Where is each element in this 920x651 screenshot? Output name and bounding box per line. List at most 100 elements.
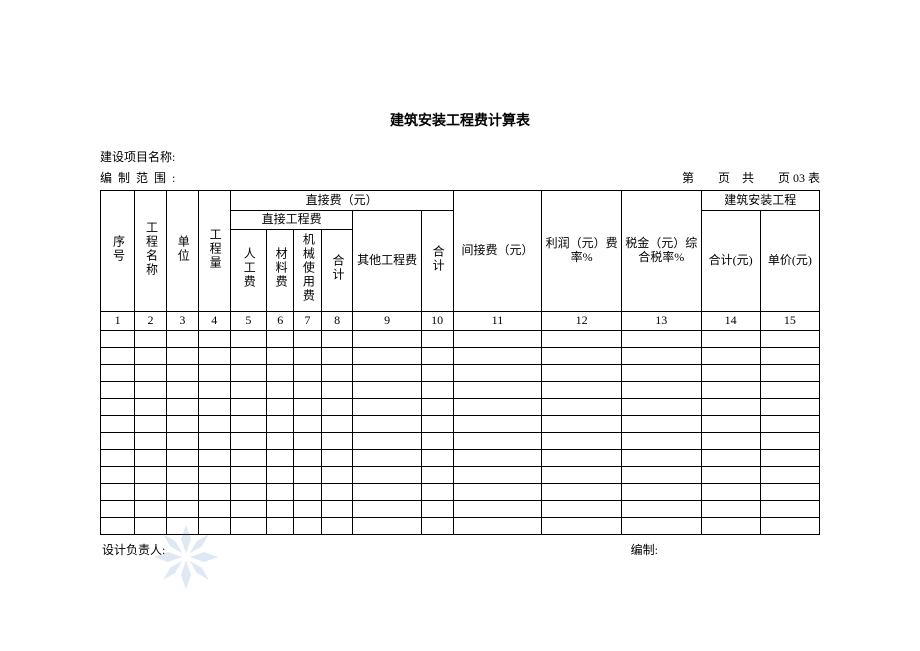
table-cell — [353, 381, 421, 398]
table-cell — [101, 364, 135, 381]
table-cell — [267, 381, 294, 398]
table-cell — [353, 398, 421, 415]
table-cell — [760, 330, 819, 347]
table-cell — [701, 432, 760, 449]
col-number: 4 — [198, 311, 230, 330]
table-cell — [267, 398, 294, 415]
table-cell — [453, 432, 542, 449]
h-subtotal1: 合计 — [330, 254, 344, 282]
col-number: 9 — [353, 311, 421, 330]
table-cell — [542, 449, 622, 466]
scope-label: 编制范围: — [100, 169, 181, 186]
table-cell — [542, 398, 622, 415]
table-cell — [760, 449, 819, 466]
table-cell — [198, 330, 230, 347]
table-cell — [198, 381, 230, 398]
table-cell — [135, 364, 167, 381]
table-cell — [760, 517, 819, 534]
table-cell — [267, 364, 294, 381]
table-cell — [294, 432, 321, 449]
h-unit-price: 单价(元) — [760, 211, 819, 312]
table-cell — [198, 364, 230, 381]
h-seq: 序号 — [111, 235, 125, 263]
table-cell — [198, 517, 230, 534]
designer-label: 设计负责人: — [102, 541, 165, 558]
table-cell — [453, 415, 542, 432]
project-label: 建设项目名称: — [100, 148, 181, 165]
table-cell — [542, 415, 622, 432]
table-cell — [321, 432, 353, 449]
table-cell — [453, 500, 542, 517]
table-cell — [353, 449, 421, 466]
table-cell — [267, 449, 294, 466]
table-cell — [166, 364, 198, 381]
table-cell — [267, 432, 294, 449]
table-cell — [230, 381, 266, 398]
table-cell — [760, 347, 819, 364]
table-cell — [230, 330, 266, 347]
meta-top: 建设项目名称: 编制范围: 第 页 共 页 03 表 — [100, 148, 820, 186]
h-unit: 单位 — [175, 235, 189, 263]
col-number: 2 — [135, 311, 167, 330]
table-cell — [453, 466, 542, 483]
table-row — [101, 483, 820, 500]
col-number: 15 — [760, 311, 819, 330]
table-cell — [321, 466, 353, 483]
table-cell — [542, 432, 622, 449]
table-cell — [542, 381, 622, 398]
table-cell — [101, 483, 135, 500]
table-cell — [101, 449, 135, 466]
table-cell — [701, 500, 760, 517]
table-cell — [166, 347, 198, 364]
table-cell — [166, 381, 198, 398]
h-labor: 人工费 — [241, 247, 255, 289]
h-tax: 税金（元）综合税率% — [621, 191, 701, 312]
table-cell — [135, 517, 167, 534]
table-cell — [101, 500, 135, 517]
table-cell — [353, 364, 421, 381]
table-row — [101, 466, 820, 483]
table-cell — [321, 415, 353, 432]
table-cell — [198, 466, 230, 483]
table-cell — [321, 347, 353, 364]
table-cell — [453, 347, 542, 364]
table-cell — [621, 466, 701, 483]
table-cell — [267, 500, 294, 517]
table-body: 123456789101112131415 — [101, 311, 820, 534]
table-cell — [230, 347, 266, 364]
table-cell — [294, 415, 321, 432]
table-row — [101, 517, 820, 534]
table-cell — [198, 398, 230, 415]
table-cell — [294, 330, 321, 347]
col-number: 10 — [421, 311, 453, 330]
col-number: 7 — [294, 311, 321, 330]
table-cell — [701, 398, 760, 415]
h-direct-eng: 直接工程费 — [230, 211, 353, 230]
table-cell — [421, 330, 453, 347]
table-cell — [166, 432, 198, 449]
table-cell — [421, 398, 453, 415]
table-cell — [321, 449, 353, 466]
table-cell — [166, 398, 198, 415]
table-cell — [421, 449, 453, 466]
cost-table: 序号 工程名称 单位 工程量 直接费（元） 间接费（元） 利润（元）费率% 税金… — [100, 190, 820, 535]
table-cell — [135, 483, 167, 500]
table-cell — [453, 483, 542, 500]
table-cell — [760, 415, 819, 432]
col-number: 13 — [621, 311, 701, 330]
meta-bottom: 设计负责人: 编制: — [100, 541, 820, 558]
col-number: 1 — [101, 311, 135, 330]
table-cell — [101, 517, 135, 534]
table-cell — [230, 432, 266, 449]
table-cell — [230, 466, 266, 483]
table-cell — [421, 517, 453, 534]
table-cell — [760, 364, 819, 381]
table-cell — [353, 415, 421, 432]
table-cell — [135, 415, 167, 432]
table-cell — [294, 466, 321, 483]
col-number: 12 — [542, 311, 622, 330]
table-cell — [542, 364, 622, 381]
table-cell — [621, 398, 701, 415]
table-cell — [135, 347, 167, 364]
table-row — [101, 449, 820, 466]
